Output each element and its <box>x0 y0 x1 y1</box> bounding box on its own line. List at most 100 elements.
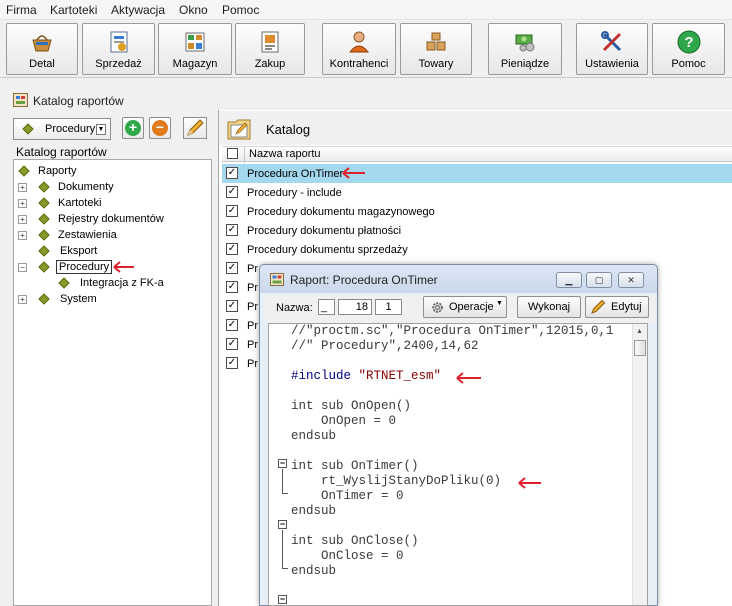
code-line: endsub <box>291 504 337 518</box>
edit-button[interactable] <box>183 117 207 139</box>
tree-item-system[interactable]: + System <box>18 292 198 308</box>
red-arrow-icon <box>456 372 481 384</box>
row-checkbox[interactable]: ✓ <box>226 167 238 179</box>
tree-item-eksport[interactable]: Eksport <box>18 244 198 260</box>
row-checkbox[interactable]: ✓ <box>226 281 238 293</box>
dialog-title: Raport: Procedura OnTimer <box>290 273 438 287</box>
sprzedaz-button[interactable]: Sprzedaż <box>82 23 155 75</box>
maximize-button[interactable]: ▢ <box>586 272 612 288</box>
tree-item-zestawienia[interactable]: + Zestawienia <box>18 228 198 244</box>
table-row[interactable]: ✓ Procedura OnTimer <box>222 164 732 183</box>
warehouse-icon <box>185 32 205 52</box>
menu-pomoc[interactable]: Pomoc <box>222 3 259 17</box>
row-label: Pr <box>247 263 258 275</box>
row-label: Pr <box>247 358 258 370</box>
detal-button[interactable]: Detal <box>6 23 78 75</box>
row-label: Pr <box>247 301 258 313</box>
magazyn-button[interactable]: Magazyn <box>158 23 232 75</box>
pieniadze-label: Pieniądze <box>500 58 550 70</box>
nazwa-field-c[interactable]: 1 <box>375 299 402 315</box>
diamond-icon <box>22 123 34 135</box>
table-row[interactable]: ✓ Procedury dokumentu płatności <box>222 221 732 240</box>
close-button[interactable]: ✕ <box>618 272 644 288</box>
operacje-button[interactable]: Operacje ▼ <box>423 296 507 318</box>
pomoc-label: Pomoc <box>671 58 706 70</box>
tree-label: Katalog raportów <box>16 145 107 159</box>
menu-aktywacja[interactable]: Aktywacja <box>111 3 165 17</box>
menu-firma[interactable]: Firma <box>6 3 37 17</box>
menu-okno[interactable]: Okno <box>179 3 208 17</box>
scroll-up-icon[interactable]: ▲ <box>636 328 643 335</box>
row-checkbox[interactable]: ✓ <box>226 186 238 198</box>
edytuj-button[interactable]: Edytuj <box>585 296 649 318</box>
row-checkbox[interactable]: ✓ <box>226 205 238 217</box>
procedury-dropdown[interactable]: Procedury ▼ <box>13 118 111 140</box>
report-dialog: Raport: Procedura OnTimer ▁ ▢ ✕ Nazwa: _… <box>259 264 658 606</box>
expand-icon[interactable]: + <box>18 295 27 304</box>
code-line: endsub <box>291 429 337 443</box>
code-line: int sub OnClose() <box>291 534 419 548</box>
pieniadze-button[interactable]: Pieniądze <box>488 23 562 75</box>
ustawienia-button[interactable]: Ustawienia <box>576 23 648 75</box>
expand-icon[interactable]: + <box>18 215 27 224</box>
code-line: endsub <box>291 564 337 578</box>
expand-icon[interactable]: + <box>18 231 27 240</box>
magazyn-label: Magazyn <box>172 58 218 70</box>
nazwa-field-a[interactable]: _ <box>318 299 335 315</box>
wykonaj-button[interactable]: Wykonaj <box>517 296 581 318</box>
dialog-titlebar[interactable]: Raport: Procedura OnTimer ▁ ▢ ✕ <box>260 265 657 293</box>
tree-item-integracja[interactable]: Integracja z FK-a <box>38 276 208 292</box>
row-checkbox[interactable]: ✓ <box>226 338 238 350</box>
red-arrow-icon <box>113 261 134 273</box>
basket-icon <box>32 35 52 52</box>
chevron-down-icon[interactable]: ▼ <box>96 124 106 135</box>
row-checkbox[interactable]: ✓ <box>226 243 238 255</box>
row-checkbox[interactable]: ✓ <box>226 300 238 312</box>
row-checkbox[interactable]: ✓ <box>226 357 238 369</box>
remove-button[interactable]: − <box>149 117 171 139</box>
diamond-icon <box>38 213 50 225</box>
code-line: rt_WyslijStanyDoPliku(0) <box>291 474 502 488</box>
add-button[interactable]: + <box>122 117 144 139</box>
tree-item-dokumenty[interactable]: + Dokumenty <box>18 180 198 196</box>
row-checkbox[interactable]: ✓ <box>226 262 238 274</box>
sprzedaz-label: Sprzedaż <box>95 58 142 70</box>
code-line: int sub OnOpen() <box>291 399 412 413</box>
row-label: Procedury - include <box>247 187 342 199</box>
fold-toggle-icon[interactable]: − <box>278 520 287 529</box>
money-icon <box>515 34 535 52</box>
tree-item-procedury[interactable]: − Procedury <box>18 260 198 276</box>
minimize-button[interactable]: ▁ <box>556 272 582 288</box>
plus-icon: + <box>125 120 141 136</box>
collapse-icon[interactable]: − <box>18 263 27 272</box>
table-row[interactable]: ✓ Procedury dokumentu magazynowego <box>222 202 732 221</box>
column-header[interactable]: Nazwa raportu <box>222 146 732 163</box>
scrollbar-thumb[interactable] <box>634 340 646 356</box>
row-checkbox[interactable]: ✓ <box>226 319 238 331</box>
expand-icon[interactable]: + <box>18 183 27 192</box>
table-row[interactable]: ✓ Procedury dokumentu sprzedaży <box>222 240 732 259</box>
boxes-icon <box>426 32 446 51</box>
editor-scrollbar[interactable]: ▲ <box>632 324 647 605</box>
code-editor[interactable]: − − − //"proctm.sc","Procedura OnTimer",… <box>268 323 648 606</box>
expand-icon[interactable]: + <box>18 199 27 208</box>
pomoc-button[interactable]: ? Pomoc <box>652 23 725 75</box>
tree-item-label: Eksport <box>60 245 98 257</box>
code-line: OnTimer = 0 <box>291 489 404 503</box>
tree-item-rejestry[interactable]: + Rejestry dokumentów <box>18 212 208 228</box>
fold-toggle-icon[interactable]: − <box>278 595 287 604</box>
code-line: OnOpen = 0 <box>291 414 397 428</box>
zakup-button[interactable]: Zakup <box>235 23 305 75</box>
diamond-icon <box>38 261 50 273</box>
tree-root[interactable]: Raporty <box>18 164 198 180</box>
table-row[interactable]: ✓ Procedury - include <box>222 183 732 202</box>
kontrahenci-button[interactable]: Kontrahenci <box>322 23 396 75</box>
nazwa-field-b[interactable]: 18 <box>338 299 372 315</box>
row-checkbox[interactable]: ✓ <box>226 224 238 236</box>
kontrahenci-label: Kontrahenci <box>329 58 389 70</box>
tree-item-kartoteki[interactable]: + Kartoteki <box>18 196 198 212</box>
menu-kartoteki[interactable]: Kartoteki <box>50 3 97 17</box>
fold-toggle-icon[interactable]: − <box>278 459 287 468</box>
select-all-checkbox[interactable] <box>227 148 238 159</box>
towary-button[interactable]: Towary <box>400 23 472 75</box>
